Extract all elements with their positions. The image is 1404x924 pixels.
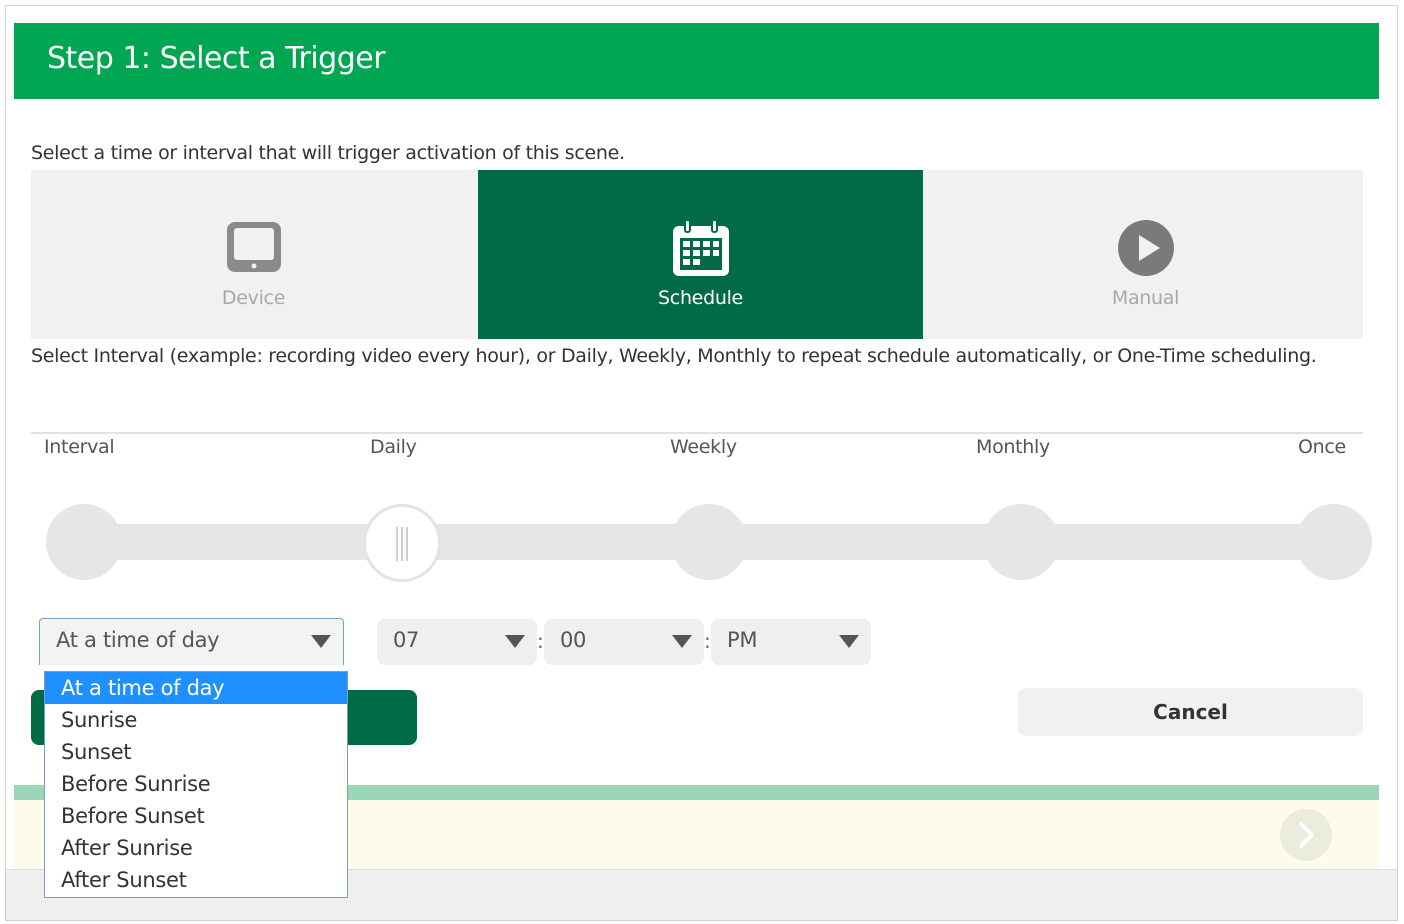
- next-step-button[interactable]: [1280, 809, 1332, 861]
- dropdown-option-before-sunrise[interactable]: Before Sunrise: [45, 768, 347, 800]
- ampm-value: PM: [727, 628, 758, 652]
- dropdown-option-at-a-time-of-day[interactable]: At a time of day: [45, 672, 347, 704]
- time-mode-dropdown: At a time of day Sunrise Sunset Before S…: [44, 671, 348, 898]
- hour-select[interactable]: 07: [377, 619, 537, 665]
- play-icon: [1117, 220, 1174, 276]
- slider-label-weekly: Weekly: [670, 436, 737, 458]
- chevron-down-icon: [672, 635, 692, 648]
- minute-select[interactable]: 00: [544, 619, 704, 665]
- trigger-schedule-label: Schedule: [658, 287, 743, 309]
- trigger-schedule[interactable]: Schedule: [478, 170, 923, 339]
- grip-line: [401, 527, 403, 561]
- slider-label-once: Once: [1298, 436, 1346, 458]
- dialog-frame: Step 1: Select a Trigger Select a time o…: [5, 5, 1398, 921]
- interval-description: Select Interval (example: recording vide…: [31, 345, 1317, 367]
- grip-line: [406, 527, 408, 561]
- slider-stop-once[interactable]: [1296, 504, 1372, 580]
- time-mode-value: At a time of day: [56, 628, 220, 652]
- grip-line: [396, 527, 398, 561]
- trigger-manual[interactable]: Manual: [923, 170, 1368, 339]
- ampm-select[interactable]: PM: [711, 619, 871, 665]
- chevron-down-icon: [311, 635, 331, 648]
- dropdown-option-sunset[interactable]: Sunset: [45, 736, 347, 768]
- dropdown-option-after-sunset[interactable]: After Sunset: [45, 864, 347, 896]
- divider: [31, 432, 1363, 434]
- chevron-right-icon: [1299, 822, 1314, 848]
- step-header: Step 1: Select a Trigger: [14, 23, 1379, 99]
- time-separator: :: [704, 629, 711, 653]
- trigger-device-label: Device: [221, 287, 286, 309]
- dropdown-option-after-sunrise[interactable]: After Sunrise: [45, 832, 347, 864]
- calendar-icon: [672, 219, 729, 276]
- time-separator: :: [537, 629, 544, 653]
- slider-label-daily: Daily: [370, 436, 417, 458]
- tablet-icon: [226, 222, 281, 272]
- slider-thumb[interactable]: [363, 504, 441, 582]
- trigger-manual-label: Manual: [1111, 287, 1180, 309]
- chevron-down-icon: [839, 635, 859, 648]
- intro-text: Select a time or interval that will trig…: [31, 142, 625, 164]
- time-mode-select[interactable]: At a time of day: [39, 618, 344, 665]
- minute-value: 00: [560, 628, 587, 652]
- trigger-selector: Device Schedule Manual: [31, 170, 1363, 339]
- trigger-device[interactable]: Device: [31, 170, 476, 339]
- slider-stop-monthly[interactable]: [983, 504, 1059, 580]
- dropdown-option-sunrise[interactable]: Sunrise: [45, 704, 347, 736]
- dropdown-option-before-sunset[interactable]: Before Sunset: [45, 800, 347, 832]
- slider-label-monthly: Monthly: [976, 436, 1050, 458]
- hour-value: 07: [393, 628, 420, 652]
- slider-stop-weekly[interactable]: [671, 504, 747, 580]
- slider-stop-interval[interactable]: [46, 504, 122, 580]
- step-title: Step 1: Select a Trigger: [47, 41, 386, 76]
- cancel-button[interactable]: Cancel: [1018, 688, 1363, 736]
- chevron-down-icon: [505, 635, 525, 648]
- slider-label-interval: Interval: [44, 436, 115, 458]
